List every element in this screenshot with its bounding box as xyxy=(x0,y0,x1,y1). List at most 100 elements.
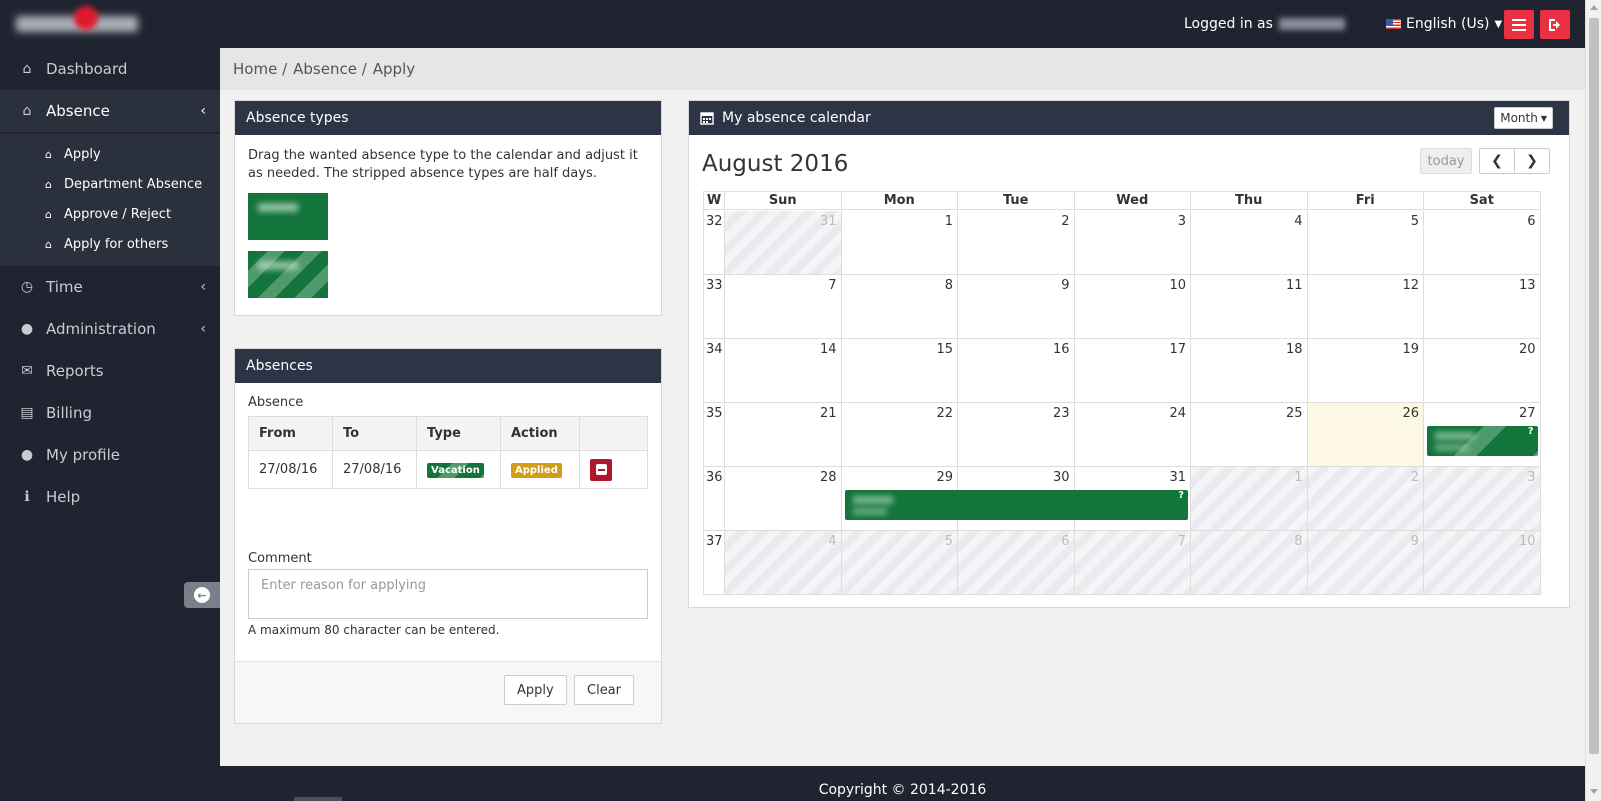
calendar-day-cell[interactable]: 9 xyxy=(958,275,1075,339)
breadcrumb-absence[interactable]: Absence / xyxy=(293,60,367,78)
logout-button[interactable] xyxy=(1540,10,1570,39)
language-selector[interactable]: English (Us) ▼ xyxy=(1386,16,1502,32)
chevron-right-icon: ❯ xyxy=(1526,153,1538,169)
column-header-delete xyxy=(579,416,648,451)
calendar-day-cell[interactable]: 7 xyxy=(725,275,842,339)
next-month-button[interactable]: ❯ xyxy=(1514,148,1550,174)
table-row: 27/08/16 27/08/16 Vacation Applied xyxy=(248,450,648,489)
calendar-day-cell[interactable]: 1 xyxy=(841,211,958,275)
calendar-day-cell[interactable]: 12 xyxy=(1307,275,1424,339)
calendar-day-cell[interactable]: 10 xyxy=(1424,531,1541,595)
calendar-month-title: August 2016 xyxy=(702,151,849,177)
company-logo[interactable] xyxy=(12,6,142,42)
absences-table: From To Type Action 27/08/16 27/08/16 Va… xyxy=(248,416,648,489)
calendar-day-cell[interactable]: 23 xyxy=(958,403,1075,467)
sidebar-item-help[interactable]: ℹ Help xyxy=(0,476,220,518)
calendar-day-cell[interactable]: 9 xyxy=(1307,531,1424,595)
column-header-action: Action xyxy=(500,416,580,451)
prev-month-button[interactable]: ❮ xyxy=(1479,148,1515,174)
sidebar-item-label: Absence xyxy=(46,102,110,120)
sidebar-subitem-approve-reject[interactable]: ⌂ Approve / Reject xyxy=(0,199,220,229)
week-number: 34 xyxy=(703,339,725,403)
sidebar-item-absence[interactable]: ⌂ Absence ‹ xyxy=(0,90,220,132)
sidebar-item-reports[interactable]: ✉ Reports xyxy=(0,350,220,392)
calendar-day-cell[interactable]: 2 xyxy=(958,211,1075,275)
sidebar-item-my-profile[interactable]: ● My profile xyxy=(0,434,220,476)
sidebar-item-label: Help xyxy=(46,488,81,506)
absence-label: Absence xyxy=(248,395,304,410)
day-header-thu: Thu xyxy=(1191,191,1308,210)
calendar-day-cell[interactable]: 11 xyxy=(1191,275,1308,339)
sidebar-subitem-apply[interactable]: ⌂ Apply xyxy=(0,139,220,169)
calendar-day-cell[interactable]: 31 xyxy=(725,211,842,275)
calendar-day-cell[interactable]: 8 xyxy=(1191,531,1308,595)
absence-type-half-day[interactable] xyxy=(248,251,328,298)
us-flag-icon xyxy=(1386,19,1401,29)
apply-button[interactable]: Apply xyxy=(504,675,567,705)
calendar-day-cell[interactable]: 21 xyxy=(725,403,842,467)
credit-card-icon: ▤ xyxy=(20,405,34,421)
calendar-day-cell[interactable]: 15 xyxy=(841,339,958,403)
absence-calendar-panel: My absence calendar Month ▼ August 2016 … xyxy=(688,100,1570,608)
calendar-day-cell[interactable]: 18 xyxy=(1191,339,1308,403)
view-mode-dropdown[interactable]: Month ▼ xyxy=(1494,107,1553,129)
calendar-day-cell[interactable]: 10 xyxy=(1074,275,1191,339)
subitem-label: Approve / Reject xyxy=(64,206,172,222)
calendar-day-cell[interactable]: 28 xyxy=(725,467,842,531)
calendar-day-cell[interactable]: 22 xyxy=(841,403,958,467)
today-button[interactable]: today xyxy=(1420,148,1472,174)
calendar-day-cell[interactable]: 7 xyxy=(1074,531,1191,595)
week-number-header: W xyxy=(703,191,725,210)
calendar-day-cell[interactable]: 4 xyxy=(1191,211,1308,275)
calendar-day-cell[interactable]: 19 xyxy=(1307,339,1424,403)
collapse-sidebar-button[interactable]: ← xyxy=(184,582,220,608)
scroll-up-arrow-icon[interactable] xyxy=(1590,5,1598,10)
sidebar-subitem-department-absence[interactable]: ⌂ Department Absence xyxy=(0,169,220,199)
sidebar-subitem-apply-for-others[interactable]: ⌂ Apply for others xyxy=(0,229,220,259)
comment-input[interactable] xyxy=(248,569,648,619)
column-header-type: Type xyxy=(416,416,501,451)
breadcrumb-home[interactable]: Home / xyxy=(233,60,287,78)
absence-type-full-day[interactable] xyxy=(248,193,328,240)
calendar-day-cell[interactable]: 6 xyxy=(958,531,1075,595)
question-mark-icon: ? xyxy=(1527,426,1534,437)
calendar-day-cell[interactable]: 8 xyxy=(841,275,958,339)
calendar-day-cell[interactable]: 26 xyxy=(1307,403,1424,467)
delete-absence-button[interactable] xyxy=(590,458,612,481)
breadcrumb-apply: Apply xyxy=(372,60,416,78)
clear-button[interactable]: Clear xyxy=(574,675,634,705)
view-mode-label: Month xyxy=(1500,111,1538,125)
calendar-day-cell[interactable]: 17 xyxy=(1074,339,1191,403)
calendar-day-cell[interactable]: 5 xyxy=(1307,211,1424,275)
calendar-day-cell[interactable]: 4 xyxy=(725,531,842,595)
sidebar-item-label: Reports xyxy=(46,362,104,380)
absence-event[interactable]: ? xyxy=(1427,426,1538,456)
calendar-day-cell[interactable]: 3 xyxy=(1424,467,1541,531)
calendar-day-cell[interactable]: 16 xyxy=(958,339,1075,403)
absence-types-title: Absence types xyxy=(235,101,661,135)
absence-event[interactable]: ? xyxy=(844,490,1188,520)
page-scrollbar[interactable] xyxy=(1585,0,1601,801)
calendar-day-cell[interactable]: 25 xyxy=(1191,403,1308,467)
home-icon: ⌂ xyxy=(45,177,52,191)
calendar-day-cell[interactable]: 5 xyxy=(841,531,958,595)
user-name-redacted xyxy=(1278,18,1345,30)
calendar-day-cell[interactable]: 6 xyxy=(1424,211,1541,275)
sidebar-item-time[interactable]: ◷ Time ‹ xyxy=(0,266,220,308)
calendar-day-cell[interactable]: 13 xyxy=(1424,275,1541,339)
scrollbar-thumb[interactable] xyxy=(1589,18,1599,754)
calendar-icon xyxy=(700,112,714,125)
sidebar-item-administration[interactable]: ● Administration ‹ xyxy=(0,308,220,350)
calendar-day-cell[interactable]: 20 xyxy=(1424,339,1541,403)
menu-button[interactable] xyxy=(1504,10,1534,39)
sidebar-item-billing[interactable]: ▤ Billing xyxy=(0,392,220,434)
calendar-day-cell[interactable]: 1 xyxy=(1191,467,1308,531)
calendar-day-cell[interactable]: 14 xyxy=(725,339,842,403)
footer-copyright: Copyright © 2014-2016 xyxy=(220,766,1585,801)
scroll-down-arrow-icon[interactable] xyxy=(1590,789,1598,794)
calendar-day-cell[interactable]: 24 xyxy=(1074,403,1191,467)
calendar-day-cell[interactable]: 3 xyxy=(1074,211,1191,275)
chevron-left-icon: ❮ xyxy=(1491,153,1503,169)
calendar-day-cell[interactable]: 2 xyxy=(1307,467,1424,531)
sidebar-item-dashboard[interactable]: ⌂ Dashboard xyxy=(0,48,220,90)
